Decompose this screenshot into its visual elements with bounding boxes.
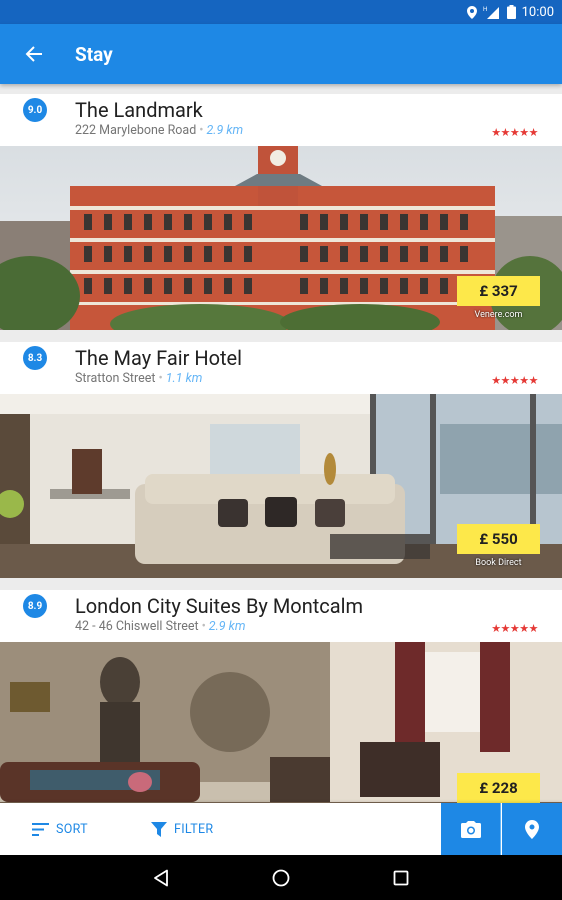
hotel-card-header: 9.0 The Landmark 222 Marylebone Road • 2.9…: [0, 94, 562, 146]
hotel-address: Stratton Street: [75, 371, 156, 386]
price-source: Venere.com: [474, 310, 523, 320]
app-root: H 10:00 Stay 9.0 The Landmark 222 Maryle…: [0, 0, 562, 900]
nav-home-button[interactable]: [270, 867, 292, 889]
app-bar: Stay: [0, 24, 562, 84]
hotel-card-header: 8.9 London City Suites By Montcalm 42 - …: [0, 590, 562, 642]
hotel-name: London City Suites By Montcalm: [75, 594, 364, 618]
hotel-distance: 2.9 km: [208, 619, 246, 634]
status-bar: H 10:00: [0, 0, 562, 24]
hotel-list: 9.0 The Landmark 222 Marylebone Road • 2.9…: [0, 84, 562, 826]
hotel-address: 42 - 46 Chiswell Street: [75, 619, 199, 634]
hotel-address-line: 222 Marylebone Road • 2.9 km: [75, 123, 244, 138]
page-title: Stay: [75, 42, 113, 66]
filter-icon: [151, 821, 167, 837]
hotel-address-line: Stratton Street • 1.1 km: [75, 371, 203, 386]
price-tag[interactable]: £ 228: [457, 773, 540, 803]
sort-button[interactable]: SORT: [32, 822, 88, 837]
arrow-left-icon: [25, 46, 42, 62]
sort-icon: [32, 822, 49, 836]
hotel-address: 222 Marylebone Road: [75, 123, 197, 138]
filter-label: FILTER: [174, 821, 214, 837]
circle-home-icon: [272, 869, 290, 887]
hotel-card-header: 8.3 The May Fair Hotel Stratton Street • 1…: [0, 342, 562, 394]
rating-badge: 8.9: [23, 594, 47, 618]
price-source: Book Direct: [475, 558, 522, 568]
hotel-photo[interactable]: £ 550 Book Direct: [0, 394, 562, 578]
star-rating: ★★★★★: [491, 622, 538, 635]
battery-icon: [506, 5, 516, 19]
hotel-distance: 2.9 km: [206, 123, 244, 138]
triangle-back-icon: [154, 869, 168, 887]
rating-badge: 8.3: [23, 346, 47, 370]
signal-icon: H: [483, 5, 501, 19]
hotel-card[interactable]: 8.9 London City Suites By Montcalm 42 - …: [0, 590, 562, 826]
location-icon: [466, 5, 477, 19]
star-rating: ★★★★★: [491, 126, 538, 139]
price-tag[interactable]: £ 550: [457, 524, 540, 554]
star-rating: ★★★★★: [491, 374, 538, 387]
status-time: 10:00: [521, 4, 554, 20]
nav-recents-button[interactable]: [390, 867, 412, 889]
hotel-name: The May Fair Hotel: [75, 346, 243, 370]
hotel-photo[interactable]: £ 337 Venere.com: [0, 146, 562, 330]
filter-button[interactable]: FILTER: [151, 821, 214, 837]
hotel-distance: 1.1 km: [165, 371, 203, 386]
map-button[interactable]: [502, 803, 562, 855]
hotel-card[interactable]: 8.3 The May Fair Hotel Stratton Street • 1…: [0, 342, 562, 578]
hotel-name: The Landmark: [75, 98, 203, 122]
sort-label: SORT: [56, 821, 88, 837]
price-tag[interactable]: £ 337: [457, 276, 540, 306]
rating-badge: 9.0: [23, 98, 47, 122]
nav-back-button[interactable]: [150, 867, 172, 889]
hotel-photo[interactable]: £ 228: [0, 642, 562, 826]
bottom-action-bar: SORT FILTER: [0, 803, 562, 855]
hotel-address-line: 42 - 46 Chiswell Street • 2.9 km: [75, 619, 246, 634]
map-pin-icon: [525, 819, 539, 839]
hotel-card[interactable]: 9.0 The Landmark 222 Marylebone Road • 2.9…: [0, 94, 562, 330]
network-type: H: [483, 7, 487, 13]
square-recents-icon: [393, 870, 409, 886]
camera-icon: [460, 820, 481, 838]
back-button[interactable]: [0, 24, 68, 84]
system-nav-bar: [0, 855, 562, 900]
camera-button[interactable]: [441, 803, 501, 855]
